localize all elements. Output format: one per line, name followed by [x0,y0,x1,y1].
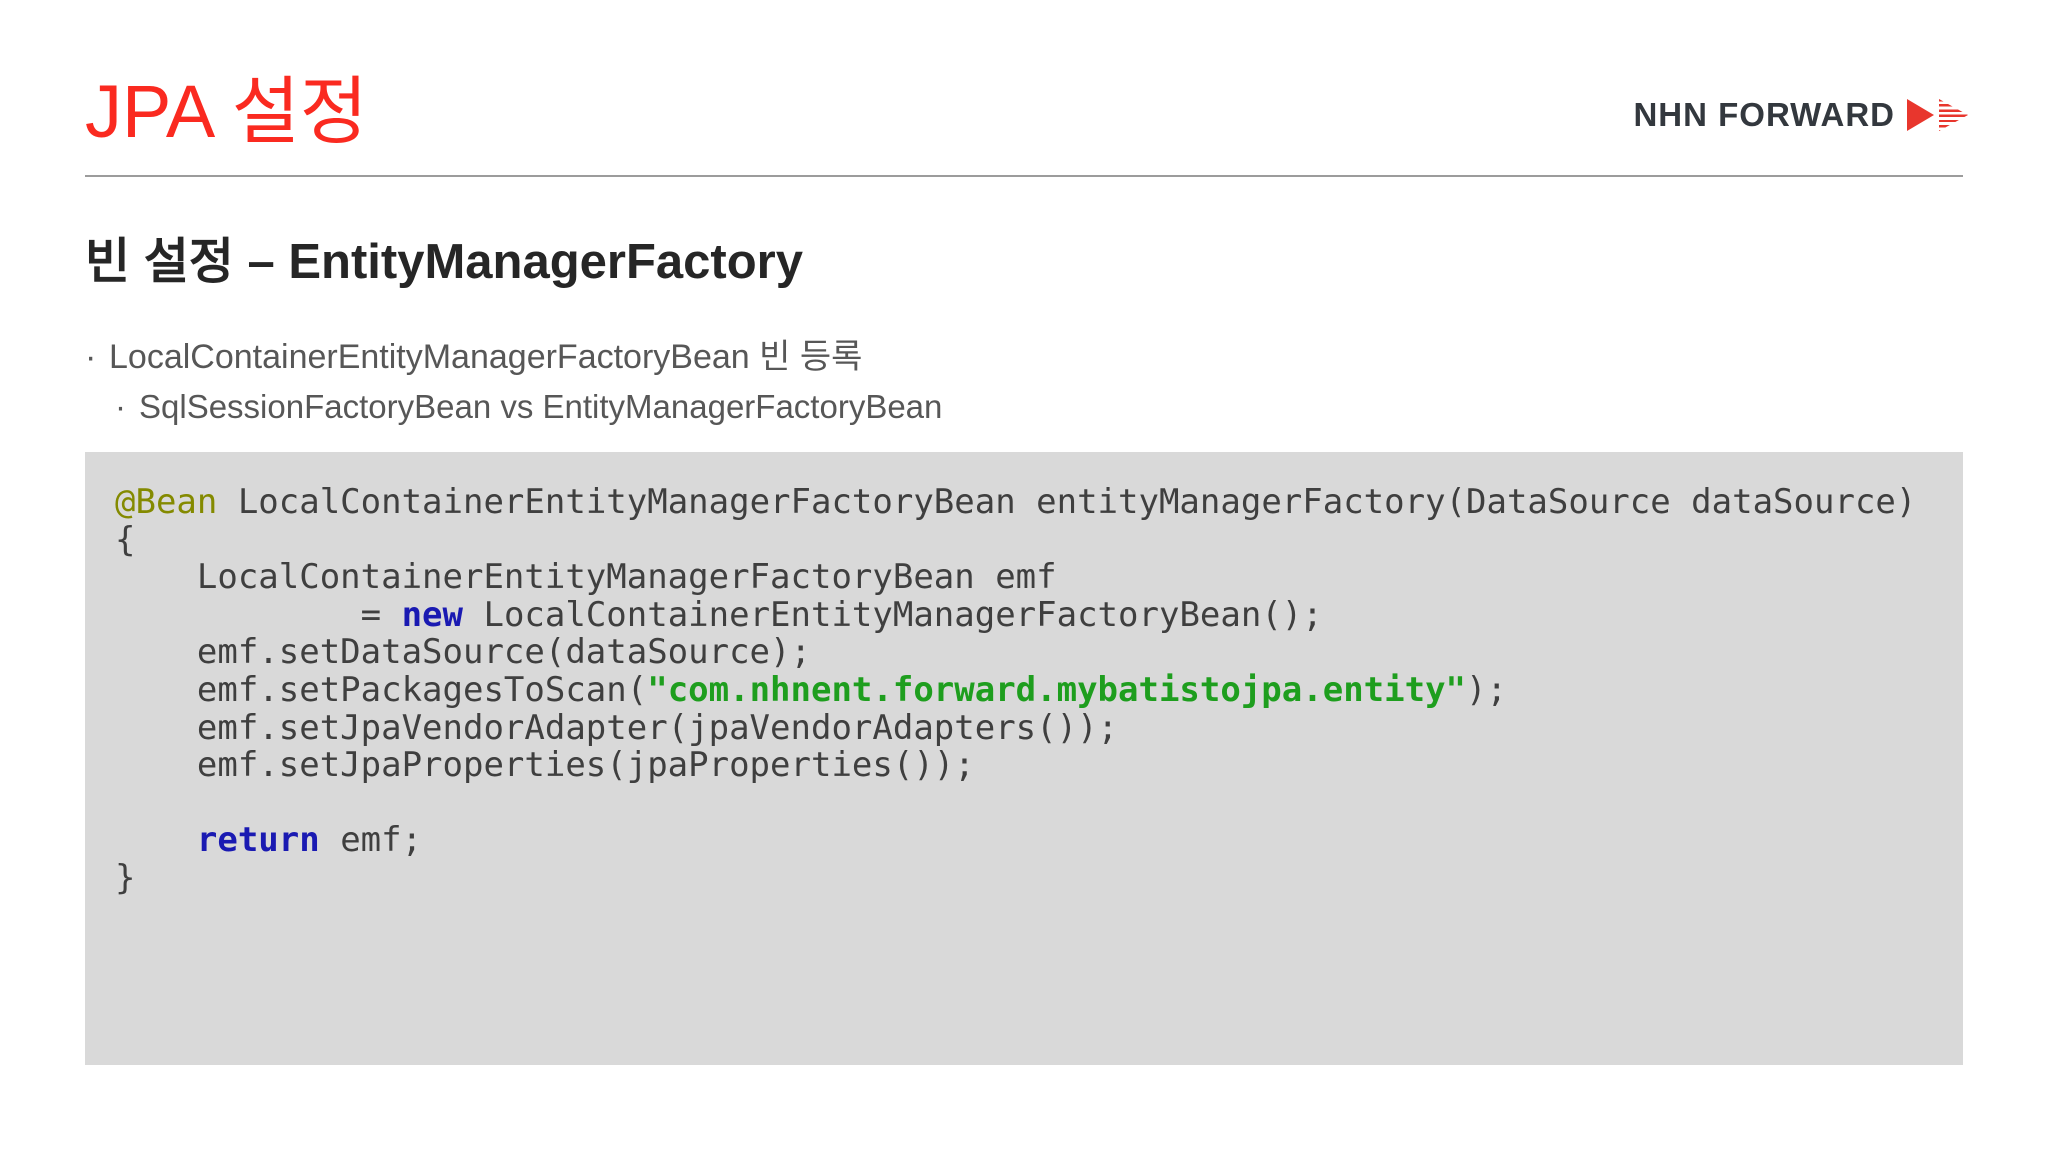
bullet-item: · SqlSessionFactoryBean vs EntityManager… [115,382,942,432]
slide: JPA 설정 NHN FORWARD 빈 설정 – EntityManagerF… [0,0,2048,1152]
code-line: LocalContainerEntityManagerFactoryBean e… [115,557,1057,598]
code-line: @Bean LocalContainerEntityManagerFactory… [115,482,1917,522]
forward-arrow-striped-icon [1939,99,1968,131]
code-line: emf.setDataSource(dataSource); [115,632,811,673]
logo-text: NHN FORWARD [1633,96,1895,133]
code-line: emf.setJpaProperties(jpaProperties()); [115,745,975,786]
code-block: @Bean LocalContainerEntityManagerFactory… [85,452,1963,1065]
forward-arrow-solid-icon [1907,99,1934,131]
header-divider [85,175,1963,177]
code-line: return emf; [196,820,423,861]
bullet-marker: · [115,388,126,425]
code-line: emf.setPackagesToScan("com.nhnent.forwar… [115,669,1507,710]
bullet-text: SqlSessionFactoryBean vs EntityManagerFa… [139,388,943,425]
bullet-item: · LocalContainerEntityManagerFactoryBean… [85,332,942,382]
section-subtitle: 빈 설정 – EntityManagerFactory [85,235,803,289]
code-line: = new LocalContainerEntityManagerFactory… [115,594,1323,635]
bullet-list: · LocalContainerEntityManagerFactoryBean… [85,332,942,432]
code-line: { [115,519,136,560]
forward-arrows-icon [1907,99,1968,131]
page-title: JPA 설정 [85,70,368,153]
code-line: } [115,857,136,898]
bullet-marker: · [85,338,97,376]
code-line: emf.setJpaVendorAdapter(jpaVendorAdapter… [115,707,1119,748]
bullet-text: LocalContainerEntityManagerFactoryBean 빈… [109,338,863,376]
nhn-forward-logo: NHN FORWARD [1633,96,1968,134]
